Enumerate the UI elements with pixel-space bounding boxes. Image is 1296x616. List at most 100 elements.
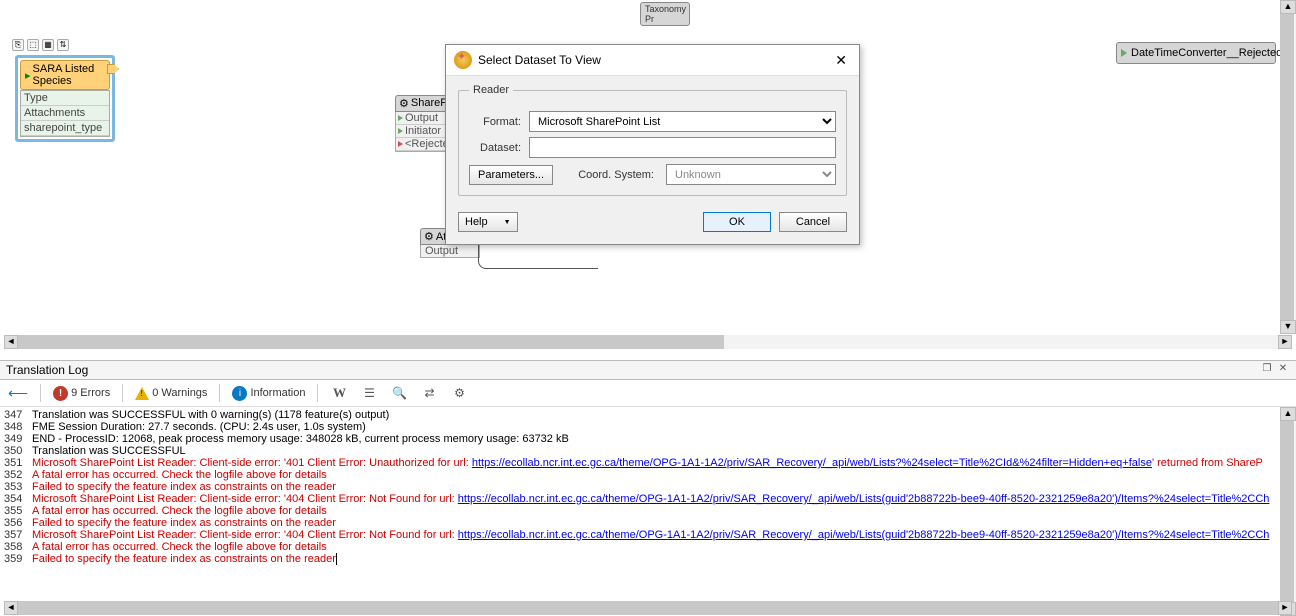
list-button[interactable]: ☰ (360, 384, 378, 402)
errors-filter[interactable]: !9 Errors (53, 386, 110, 401)
line-msg: Failed to specify the feature index as c… (32, 481, 1292, 493)
hscroll-track[interactable] (18, 601, 1278, 615)
node-taxonomy[interactable]: Taxonomy Pr (640, 2, 690, 26)
fme-icon (454, 51, 472, 69)
icon-mini[interactable]: ⇅ (57, 39, 69, 51)
scroll-up-button[interactable]: ▲ (1280, 0, 1296, 14)
port: Type (21, 91, 109, 106)
info-filter[interactable]: iInformation (232, 386, 305, 401)
line-msg: Translation was SUCCESSFUL with 0 warnin… (32, 409, 1292, 421)
line-number: 349 (4, 433, 32, 445)
log-link[interactable]: https://ecollab.ncr.int.ec.gc.ca/theme/O… (458, 529, 1270, 541)
log-line: 357Microsoft SharePoint List Reader: Cli… (4, 529, 1292, 541)
node-sara-listed-species[interactable]: ▸ SARA Listed Species Type Attachments s… (15, 55, 115, 142)
filter-button[interactable]: ⇄ (420, 384, 438, 402)
search-button[interactable]: 🔍 (390, 384, 408, 402)
ok-button[interactable]: OK (703, 212, 771, 232)
help-button[interactable]: Help▼ (458, 212, 518, 232)
parameters-button[interactable]: Parameters... (469, 165, 553, 185)
port: sharepoint_type (21, 121, 109, 136)
line-number: 357 (4, 529, 32, 541)
back-button[interactable]: ⟵ (8, 385, 28, 402)
arrow-in-icon: ▸ (25, 69, 31, 82)
scroll-left-button[interactable]: ◄ (4, 601, 18, 615)
vscroll-track[interactable] (1280, 421, 1296, 602)
warning-icon (135, 387, 149, 400)
dataset-input[interactable] (529, 137, 836, 158)
log-line: 349END - ProcessID: 12068, peak process … (4, 433, 1292, 445)
port-icon (398, 115, 403, 121)
line-number: 353 (4, 481, 32, 493)
line-msg: A fatal error has occurred. Check the lo… (32, 541, 1292, 553)
line-msg: Translation was SUCCESSFUL (32, 445, 1292, 457)
cancel-button[interactable]: Cancel (779, 212, 847, 232)
arrow-out-icon (107, 64, 119, 74)
error-icon: ! (53, 386, 68, 401)
log-title: Translation Log (6, 363, 1258, 377)
wrap-button[interactable]: W (330, 384, 348, 402)
hscroll-thumb[interactable] (18, 335, 724, 349)
dialog-title: Select Dataset To View (478, 53, 831, 67)
log-line: 352A fatal error has occurred. Check the… (4, 469, 1292, 481)
vscroll-track[interactable] (1280, 14, 1296, 320)
panel-close-button[interactable]: ✕ (1276, 363, 1290, 377)
log-line: 350Translation was SUCCESSFUL (4, 445, 1292, 457)
line-number: 356 (4, 517, 32, 529)
vscroll-thumb[interactable] (1280, 14, 1294, 320)
scroll-right-button[interactable]: ► (1278, 601, 1292, 615)
port-icon (398, 141, 403, 147)
scroll-right-button[interactable]: ► (1278, 335, 1292, 349)
node-sharepoint[interactable]: ⚙SharePointC Output Initiator <Rejected> (395, 95, 450, 152)
coord-system-select[interactable]: Unknown (666, 164, 836, 185)
dataset-label: Dataset: (469, 142, 521, 154)
log-line: 359Failed to specify the feature index a… (4, 553, 1292, 565)
node-datetime-converter[interactable]: DateTimeConverter__Rejected_ 🔍 (1116, 42, 1276, 64)
panel-float-button[interactable]: ❐ (1260, 363, 1274, 377)
line-msg: A fatal error has occurred. Check the lo… (32, 469, 1292, 481)
vscroll-thumb[interactable] (1280, 421, 1294, 602)
line-number: 358 (4, 541, 32, 553)
port: Output (405, 112, 438, 124)
log-line: 347Translation was SUCCESSFUL with 0 war… (4, 409, 1292, 421)
settings-button[interactable]: ⚙ (450, 384, 468, 402)
log-link[interactable]: https://ecollab.ncr.int.ec.gc.ca/theme/O… (458, 493, 1270, 505)
port-in-icon (1121, 49, 1127, 57)
translation-log-panel: Translation Log ❐ ✕ ⟵ !9 Errors 0 Warnin… (0, 360, 1296, 616)
scroll-down-button[interactable]: ▼ (1280, 320, 1296, 334)
log-line: 351Microsoft SharePoint List Reader: Cli… (4, 457, 1292, 469)
coord-system-label: Coord. System: (578, 169, 654, 181)
port: Initiator (405, 125, 441, 137)
log-line: 354Microsoft SharePoint List Reader: Cli… (4, 493, 1292, 505)
node-title: SARA Listed Species (33, 63, 105, 87)
line-number: 354 (4, 493, 32, 505)
format-label: Format: (469, 116, 521, 128)
line-msg: Microsoft SharePoint List Reader: Client… (32, 457, 1292, 469)
format-select[interactable]: Microsoft SharePoint List (529, 111, 836, 132)
node-sara-toolbar: ⎘ ⬚ ▦ ⇅ (12, 39, 69, 51)
log-line: 348FME Session Duration: 27.7 seconds. (… (4, 421, 1292, 433)
warnings-filter[interactable]: 0 Warnings (135, 387, 207, 400)
hscroll-track[interactable] (18, 335, 1278, 349)
connector-line (478, 241, 598, 269)
info-icon: i (232, 386, 247, 401)
scroll-left-button[interactable]: ◄ (4, 335, 18, 349)
fieldset-label: Reader (469, 84, 513, 96)
line-number: 355 (4, 505, 32, 517)
line-msg: Failed to specify the feature index as c… (32, 517, 1292, 529)
log-content[interactable]: ▲ ▼ 347Translation was SUCCESSFUL with 0… (0, 407, 1296, 616)
hscroll-thumb[interactable] (18, 601, 1278, 615)
icon-mini[interactable]: ⎘ (12, 39, 24, 51)
log-line: 358A fatal error has occurred. Check the… (4, 541, 1292, 553)
line-number: 359 (4, 553, 32, 565)
icon-mini[interactable]: ▦ (42, 39, 54, 51)
gear-icon: ⚙ (424, 231, 434, 243)
line-msg: Microsoft SharePoint List Reader: Client… (32, 529, 1292, 541)
icon-mini[interactable]: ⬚ (27, 39, 39, 51)
log-link[interactable]: https://ecollab.ncr.int.ec.gc.ca/theme/O… (472, 457, 1152, 469)
node-title: DateTimeConverter__Rejected_ (1131, 47, 1288, 59)
line-msg: END - ProcessID: 12068, peak process mem… (32, 433, 1292, 445)
scroll-up-button[interactable]: ▲ (1280, 407, 1296, 421)
close-button[interactable]: ✕ (831, 52, 851, 69)
line-msg: Microsoft SharePoint List Reader: Client… (32, 493, 1292, 505)
log-line: 356Failed to specify the feature index a… (4, 517, 1292, 529)
